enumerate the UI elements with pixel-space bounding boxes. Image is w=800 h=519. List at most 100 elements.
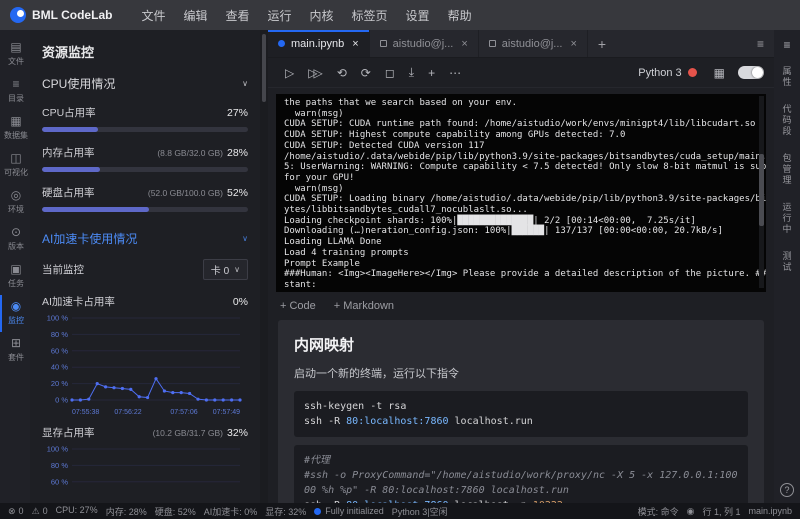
new-tab-button[interactable]: + xyxy=(588,30,616,57)
code-line: ssh-keygen -t rsa xyxy=(304,401,407,412)
activity-bar-item[interactable]: ▣ 任务 xyxy=(0,258,30,295)
grid-view-icon[interactable]: ▦ xyxy=(707,66,732,80)
right-panel-tab[interactable]: 运行中 xyxy=(781,202,794,235)
app-title: BML CodeLab xyxy=(32,8,113,22)
menu-item[interactable]: 设置 xyxy=(397,7,439,24)
init-status[interactable]: Fully initialized xyxy=(314,506,384,516)
refresh-icon[interactable]: ⟳ xyxy=(354,66,378,80)
editor-tab[interactable]: aistudio@j... × xyxy=(479,30,588,57)
main-content: ▤ 文件 ≡ 目录 ▦ 数据集 ◫ 可视化 ◎ 环境 ⊙ 版本 ▣ 任务 ◉ 监… xyxy=(0,30,800,503)
menubar: BML CodeLab 文件 编辑 查看 运行 内核 标签页 设置 帮助 xyxy=(0,0,800,30)
output-scrollbar[interactable] xyxy=(759,96,764,288)
menu-item[interactable]: 文件 xyxy=(132,7,174,24)
menu-item[interactable]: 标签页 xyxy=(343,7,397,24)
activity-bar-label: 监控 xyxy=(8,316,24,325)
tab-close-icon[interactable]: × xyxy=(461,38,467,50)
svg-text:0 %: 0 % xyxy=(55,396,68,405)
output-line: for your GPU! xyxy=(284,172,355,183)
code-block-1: ssh-keygen -t rsa ssh -R 80:localhost:78… xyxy=(294,391,748,437)
right-sidebar-tabs: 属性代码段包管理运行中测试 xyxy=(781,66,794,483)
panel-scrollbar[interactable] xyxy=(260,30,268,503)
tab-status-icon xyxy=(488,40,496,47)
output-line: CUDA SETUP: CUDA runtime path found: /ho… xyxy=(284,119,756,130)
markdown-cell[interactable]: 内网映射 启动一个新的终端，运行以下指令 ssh-keygen -t rsa s… xyxy=(278,320,764,503)
monitor-label: 当前监控 xyxy=(42,264,84,276)
run-all-icon[interactable]: ▷▷ xyxy=(301,66,329,80)
right-panel-tab[interactable]: 代码段 xyxy=(781,104,794,137)
editor-area: main.ipynb × aistudio@j... × aistudio@j. xyxy=(268,30,774,503)
activity-bar-item[interactable]: ▤ 文件 xyxy=(0,36,30,73)
kernel-status[interactable]: Python 3|空闲 xyxy=(392,505,448,518)
output-line: /home/aistudio/.data/webide/pip/lib/pyth… xyxy=(284,151,766,162)
output-line: ###Human: <Img><ImageHere></Img> Please … xyxy=(284,269,766,280)
activity-bar-item[interactable]: ⊙ 版本 xyxy=(0,221,30,258)
errors-icon[interactable]: ⊗ xyxy=(8,506,16,517)
panel-title: 资源监控 xyxy=(42,45,95,60)
activity-bar-item[interactable]: ≡ 目录 xyxy=(0,73,30,110)
panel-scrollbar-thumb[interactable] xyxy=(262,34,266,102)
activity-bar-label: 环境 xyxy=(8,205,24,214)
toggle-switch[interactable] xyxy=(738,66,764,79)
right-panel-tab[interactable]: 属性 xyxy=(781,66,794,88)
svg-text:40 %: 40 % xyxy=(51,363,68,372)
help-icon[interactable]: ? xyxy=(780,483,794,497)
activity-bar-label: 文件 xyxy=(8,57,24,66)
output-line: stant: xyxy=(284,279,317,290)
svg-text:60 %: 60 % xyxy=(51,346,68,355)
add-code-button[interactable]: + Code xyxy=(280,300,316,312)
tab-status-icon xyxy=(278,40,285,47)
editor-tab[interactable]: main.ipynb × xyxy=(268,30,370,57)
mode-indicator[interactable]: 模式: 命令 xyxy=(638,505,679,518)
progress-bar-fill xyxy=(42,167,100,172)
editor-tab[interactable]: aistudio@j... × xyxy=(370,30,479,57)
menu-item[interactable]: 编辑 xyxy=(174,7,216,24)
menu-item[interactable]: 帮助 xyxy=(439,7,481,24)
meter-percent: 27% xyxy=(226,107,248,119)
gpu-utilization-chart: 0 % 20 % 40 % 60 % 80 % 100 % 07:55:38 07:56:22… xyxy=(42,312,248,421)
output-line: ytes/libbitsandbytes_cudall7_nocublaslt.… xyxy=(284,205,528,216)
right-panel-tab[interactable]: 包管理 xyxy=(781,153,794,186)
chevron-down-icon: ∨ xyxy=(242,79,248,88)
code-port: 10222 xyxy=(533,500,563,503)
cell-output: the paths that we search based on your e… xyxy=(276,94,766,292)
gpu-card-select[interactable]: 卡 0 ∨ xyxy=(202,259,248,280)
hamburger-menu-icon[interactable]: ≡ xyxy=(783,38,790,52)
tab-close-icon[interactable]: × xyxy=(352,38,358,50)
suite-icon: ⊞ xyxy=(10,336,22,350)
tab-list-menu-icon[interactable]: ≡ xyxy=(747,30,774,57)
warnings-count: 0 xyxy=(42,506,48,516)
chevron-down-icon: ∨ xyxy=(242,234,248,243)
right-panel-tab[interactable]: 测试 xyxy=(781,251,794,273)
menu-item[interactable]: 运行 xyxy=(259,7,301,24)
meter-label: CPU占用率 xyxy=(42,107,96,119)
run-cell-icon[interactable]: ▷ xyxy=(278,66,301,80)
cpu-section-header[interactable]: CPU使用情况 ∨ xyxy=(42,75,248,92)
add-cell-icon[interactable]: + xyxy=(421,66,442,80)
output-scrollbar-thumb[interactable] xyxy=(759,154,764,226)
output-line: CUDA SETUP: Loading binary /home/aistudi… xyxy=(284,194,766,205)
cpu-section-label: CPU使用情况 xyxy=(42,77,116,91)
activity-bar-item[interactable]: ◫ 可视化 xyxy=(0,147,30,184)
meter-label: 内存占用率 xyxy=(42,147,95,159)
activity-bar-item[interactable]: ▦ 数据集 xyxy=(0,110,30,147)
menu-item[interactable]: 查看 xyxy=(216,7,258,24)
activity-bar-item[interactable]: ⊞ 套件 xyxy=(0,332,30,369)
output-line: warn(msg) xyxy=(284,183,344,194)
gpu-section-header[interactable]: AI加速卡使用情况 ∨ xyxy=(42,230,248,247)
add-markdown-button[interactable]: + Markdown xyxy=(334,300,394,312)
kernel-name[interactable]: Python 3 xyxy=(638,67,681,79)
more-actions-icon[interactable]: ⋯ xyxy=(442,66,468,80)
tab-close-icon[interactable]: × xyxy=(570,38,576,50)
warnings-icon[interactable]: ⚠ xyxy=(32,506,40,517)
bml-codelab-window: BML CodeLab 文件 编辑 查看 运行 内核 标签页 设置 帮助 ▤ 文件 ≡ 目录 … xyxy=(0,0,800,519)
tab-list: main.ipynb × aistudio@j... × aistudio@j. xyxy=(268,30,588,57)
menu-item[interactable]: 内核 xyxy=(301,7,343,24)
restart-kernel-icon[interactable]: ⟲ xyxy=(330,66,354,80)
notifications-icon[interactable]: ◉ xyxy=(687,506,695,517)
activity-bar-item[interactable]: ◉ 监控 xyxy=(0,295,30,332)
svg-text:80 %: 80 % xyxy=(51,461,68,470)
activity-bar-item[interactable]: ◎ 环境 xyxy=(0,184,30,221)
cursor-position[interactable]: 行 1, 列 1 xyxy=(702,505,740,518)
download-icon[interactable]: ⤓ xyxy=(402,65,421,80)
stop-icon[interactable]: ◻ xyxy=(378,66,402,80)
